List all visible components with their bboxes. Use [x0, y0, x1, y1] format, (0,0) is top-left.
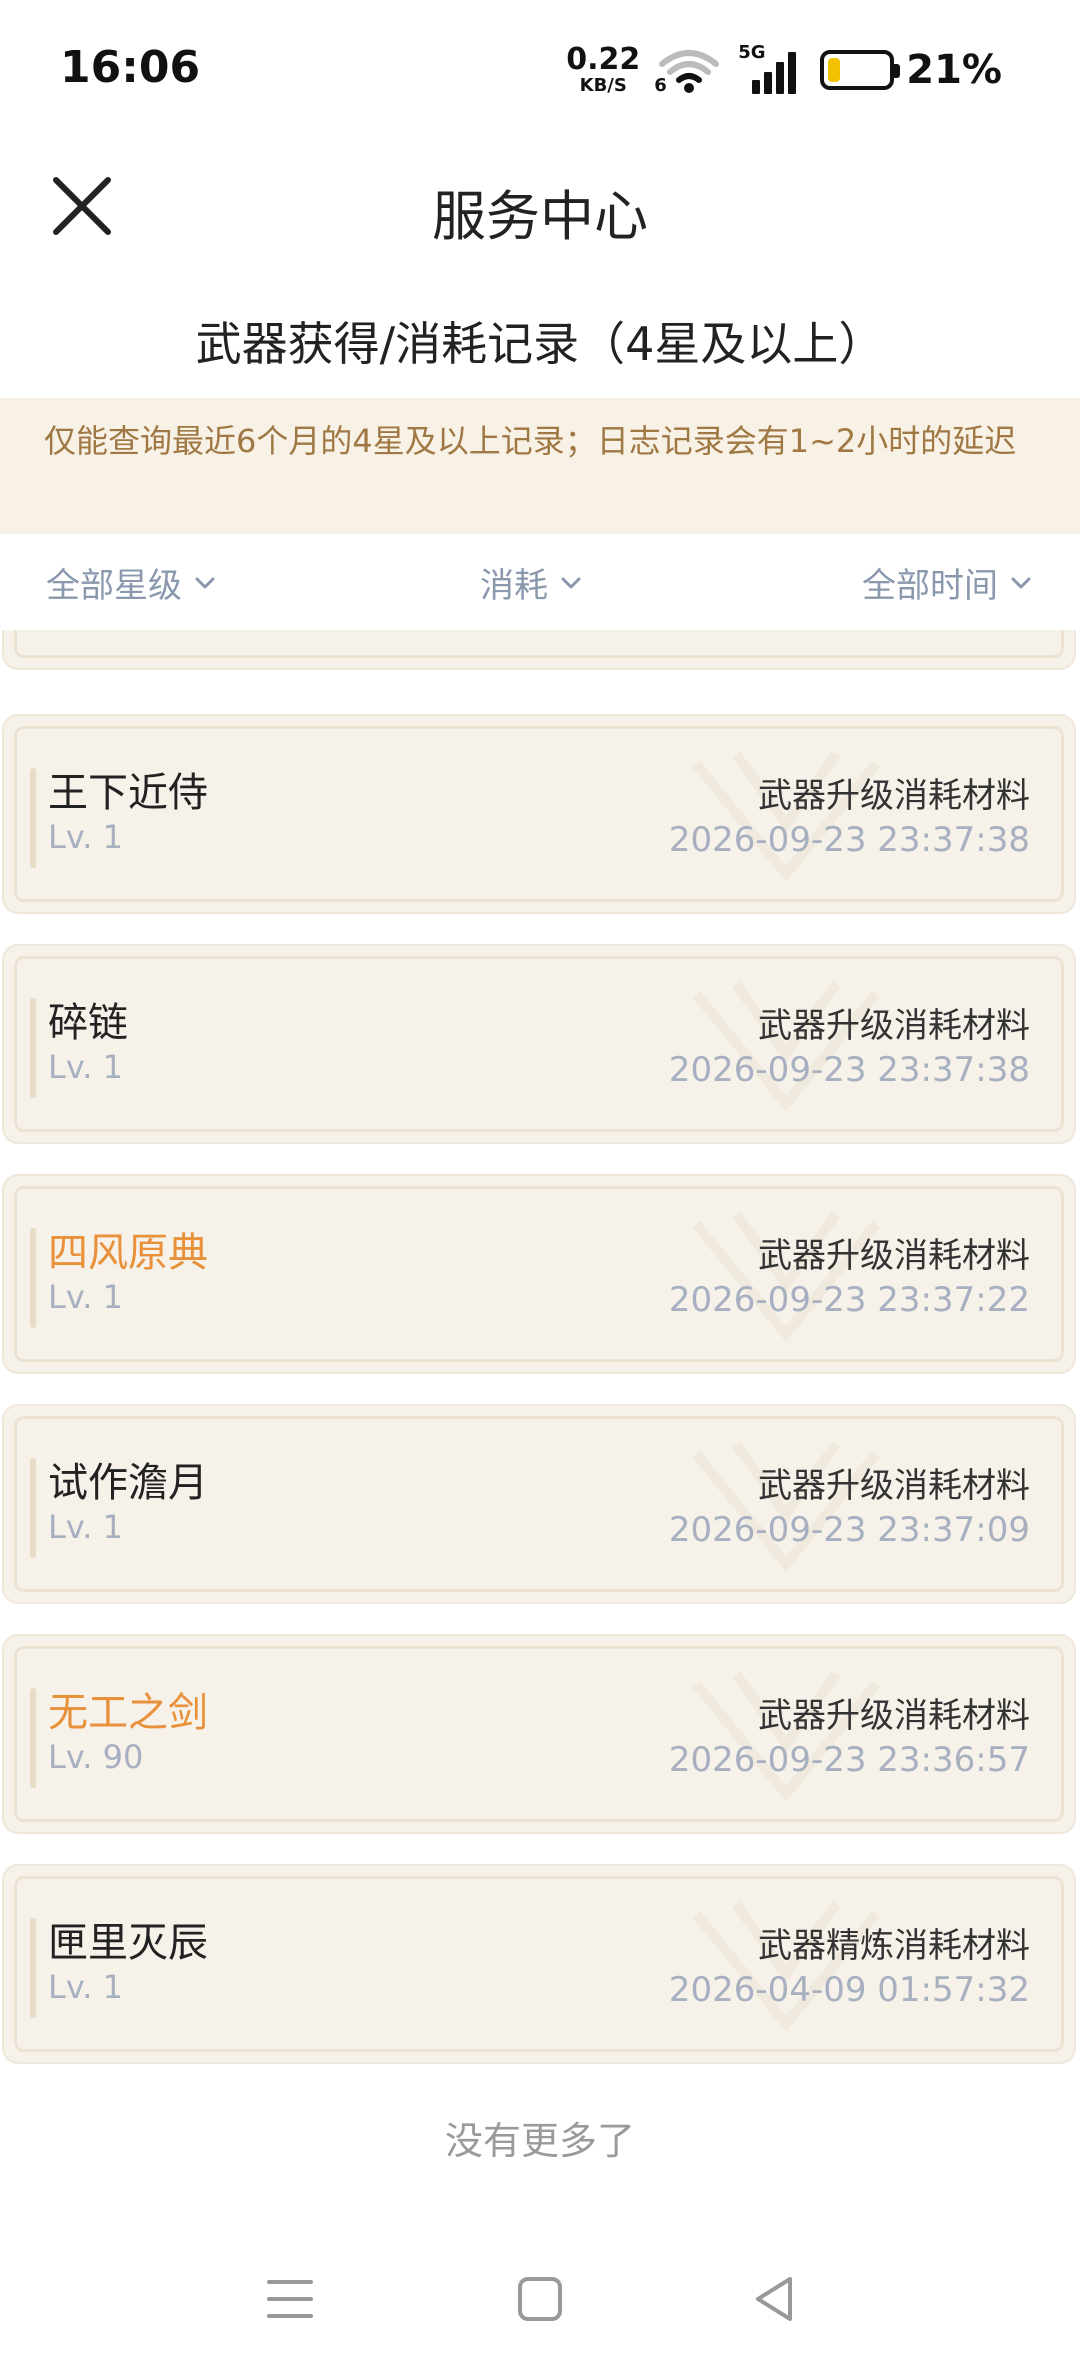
weapon-name: 王下近侍 — [48, 770, 208, 816]
system-nav-bar — [0, 2240, 1080, 2372]
status-bar: 16:06 0.22 KB/S 6 5G 21% — [0, 0, 1080, 140]
time-filter-label: 全部时间 — [862, 566, 998, 606]
network-speed: 0.22 KB/S — [566, 45, 640, 95]
weapon-level: Lv. 90 — [48, 1738, 144, 1776]
status-time: 16:06 — [60, 42, 201, 93]
weapon-level: Lv. 1 — [48, 1278, 123, 1316]
home-nav-button[interactable] — [505, 2264, 575, 2334]
record-type: 武器升级消耗材料 — [758, 1696, 1030, 1736]
record-time: 2026-09-23 23:37:38 — [668, 1050, 1030, 1090]
wifi-sub-label: 6 — [654, 75, 667, 96]
back-triangle-icon — [756, 2277, 792, 2321]
chevron-down-icon — [1011, 577, 1031, 588]
record-time: 2026-09-23 23:36:57 — [668, 1740, 1030, 1780]
no-more-label: 没有更多了 — [444, 2119, 635, 2163]
type-filter-dropdown[interactable]: 消耗 — [480, 558, 582, 607]
list-item: 王下近侍 Lv. 1 武器升级消耗材料 2026-09-23 23:37:38 — [2, 714, 1076, 914]
chevron-down-icon — [195, 577, 215, 588]
record-time: 2026-04-09 01:57:32 — [668, 1970, 1030, 2010]
weapon-name: 碎链 — [48, 1000, 128, 1046]
network-speed-value: 0.22 — [566, 42, 641, 77]
record-type: 武器升级消耗材料 — [758, 1006, 1030, 1046]
list-item: 无工之剑 Lv. 90 武器升级消耗材料 2026-09-23 23:36:57 — [2, 1634, 1076, 1834]
list-item: 匣里灭辰 Lv. 1 武器精炼消耗材料 2026-04-09 01:57:32 — [2, 1864, 1076, 2064]
weapon-level: Lv. 1 — [48, 818, 123, 856]
record-time: 2026-09-23 23:37:22 — [668, 1280, 1030, 1320]
star-filter-dropdown[interactable]: 全部星级 — [46, 558, 216, 607]
menu-icon — [267, 2280, 313, 2318]
filter-bar: 全部星级 消耗 全部时间 — [0, 534, 1080, 630]
section-subtitle: 武器获得/消耗记录（4星及以上） — [195, 317, 885, 371]
wifi-icon: 6 — [654, 44, 724, 96]
network-speed-unit: KB/S — [579, 75, 627, 96]
chevron-down-icon — [561, 577, 581, 588]
weapon-name: 试作澹月 — [48, 1460, 208, 1506]
record-time: 2026-09-23 23:37:38 — [668, 820, 1030, 860]
record-type: 武器升级消耗材料 — [758, 1466, 1030, 1506]
weapon-name: 四风原典 — [48, 1230, 208, 1276]
record-type: 武器精炼消耗材料 — [758, 1926, 1030, 1966]
weapon-name: 无工之剑 — [48, 1690, 208, 1736]
page: 16:06 0.22 KB/S 6 5G 21% 服务中心 武器获得/消耗记录（… — [0, 0, 1080, 2372]
notice-banner: 仅能查询最近6个月的4星及以上记录；日志记录会有1~2小时的延迟 — [0, 398, 1080, 534]
weapon-level: Lv. 1 — [48, 1048, 123, 1086]
star-filter-label: 全部星级 — [46, 566, 182, 606]
weapon-level: Lv. 1 — [48, 1968, 123, 2006]
list-item: 四风原典 Lv. 1 武器升级消耗材料 2026-09-23 23:37:22 — [2, 1174, 1076, 1374]
battery-percent: 21% — [906, 47, 1002, 93]
back-nav-button[interactable] — [740, 2264, 810, 2334]
record-time: 2026-09-23 23:37:09 — [668, 1510, 1030, 1550]
list-item: 碎链 Lv. 1 武器升级消耗材料 2026-09-23 23:37:38 — [2, 944, 1076, 1144]
battery-icon — [820, 50, 901, 90]
status-icons: 0.22 KB/S 6 5G 21% — [566, 42, 1002, 96]
cellular-signal-icon: 5G — [738, 42, 798, 94]
list-item-partial — [2, 630, 1076, 670]
weapon-level: Lv. 1 — [48, 1508, 123, 1546]
record-list[interactable]: 王下近侍 Lv. 1 武器升级消耗材料 2026-09-23 23:37:38 … — [0, 630, 1080, 2070]
page-title: 服务中心 — [432, 185, 648, 248]
time-filter-dropdown[interactable]: 全部时间 — [862, 558, 1032, 607]
weapon-name: 匣里灭辰 — [48, 1920, 208, 1966]
menu-nav-button[interactable] — [255, 2264, 325, 2334]
type-filter-label: 消耗 — [480, 566, 548, 606]
home-square-icon — [518, 2277, 562, 2321]
signal-tag: 5G — [738, 42, 766, 63]
record-type: 武器升级消耗材料 — [758, 776, 1030, 816]
list-item: 试作澹月 Lv. 1 武器升级消耗材料 2026-09-23 23:37:09 — [2, 1404, 1076, 1604]
record-type: 武器升级消耗材料 — [758, 1236, 1030, 1276]
